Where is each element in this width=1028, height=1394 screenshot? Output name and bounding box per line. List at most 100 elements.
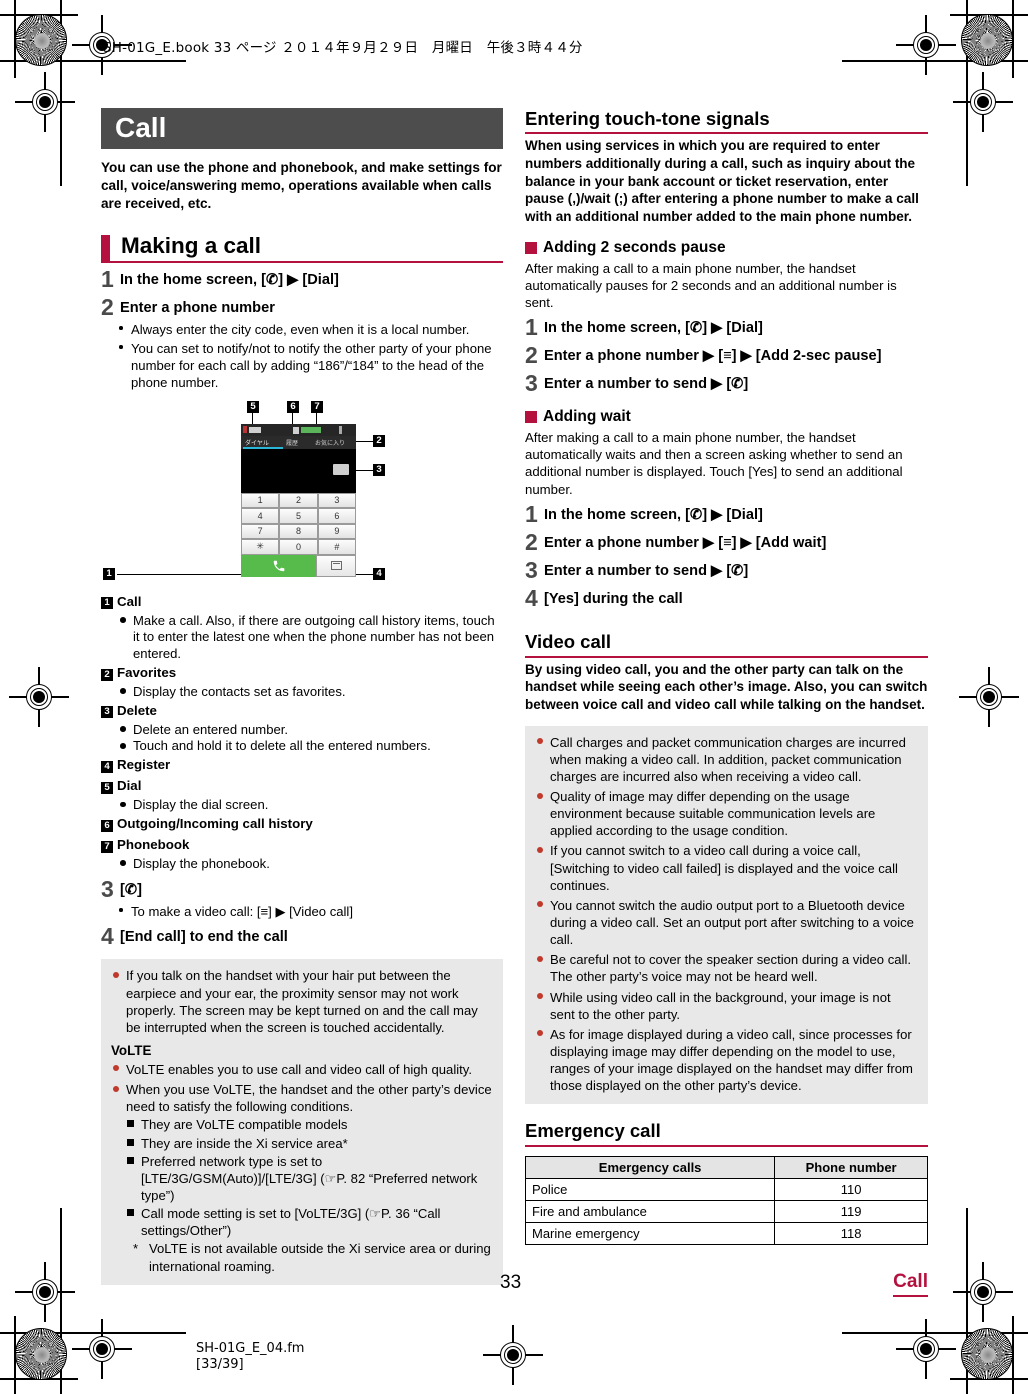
- callout-5: 5: [247, 400, 259, 413]
- fm-page-range: [33/39]: [196, 1357, 244, 1373]
- chapter-intro: You can use the phone and phonebook, and…: [101, 160, 502, 211]
- bullet-square-icon: [127, 1209, 134, 1217]
- cell-service-name: Police: [524, 1177, 776, 1201]
- page-body: Call You can use the phone and phonebook…: [0, 0, 1028, 1394]
- footnote-marker: *: [133, 1241, 139, 1257]
- subheading-adding-wait: Adding wait: [525, 408, 928, 426]
- step-text: [End call] to end the call: [120, 928, 288, 945]
- tab-history[interactable]: 履歴: [286, 438, 298, 447]
- step-text: [Yes] during the call: [544, 590, 683, 607]
- note-item: If you cannot switch to a video call dur…: [535, 842, 918, 893]
- key-8[interactable]: 8: [279, 523, 318, 540]
- heading-rule: [525, 1144, 928, 1147]
- note-item: While using video call in the background…: [535, 989, 918, 1023]
- note-box-call: If you talk on the handset with your hai…: [101, 959, 503, 1285]
- callout-7: 7: [311, 400, 323, 413]
- figure-legend: 1 Call Make a call. Also, if there are o…: [101, 594, 503, 873]
- video-call-intro: By using video call, you and the other p…: [525, 661, 928, 712]
- step-1: 1 In the home screen, [✆] ▶ [Dial]: [101, 268, 503, 291]
- cell-service-name: Fire and ambulance: [524, 1199, 776, 1223]
- legend-label: Call: [117, 593, 142, 609]
- step-number: 4: [525, 584, 538, 611]
- key-5[interactable]: 5: [279, 508, 318, 524]
- key-3[interactable]: 3: [317, 492, 356, 509]
- legend-number-badge: 7: [101, 840, 113, 853]
- step-text: In the home screen, [✆] ▶ [Dial]: [544, 507, 763, 524]
- legend-item-4: 4 Register: [101, 757, 503, 776]
- step-2-sub-2: You can set to notify/not to notify the …: [101, 340, 503, 391]
- callout-leader: [117, 573, 243, 575]
- bullet-square-icon: [127, 1120, 134, 1128]
- fm-filename: SH-01G_E_04.fm: [196, 1341, 305, 1356]
- legend-sub: Make a call. Also, if there are outgoing…: [101, 613, 503, 663]
- step-text: Enter a phone number ▶ [≡] ▶ [Add 2-sec …: [544, 348, 882, 365]
- pause-step-1: 1 In the home screen, [✆] ▶ [Dial]: [525, 314, 928, 341]
- phone-handset-icon: [273, 560, 284, 571]
- legend-sub: Display the contacts set as favorites.: [101, 684, 503, 701]
- step-number: 3: [525, 556, 538, 583]
- bullet-red-icon: [537, 1030, 543, 1037]
- register-button[interactable]: [316, 554, 356, 577]
- section-heading-emergency-call: Emergency call: [525, 1120, 928, 1147]
- step-3: 3 [✆]: [101, 877, 503, 901]
- running-head: Call: [893, 1271, 928, 1297]
- dialer-figure: 5 6 7 2 3 4 1 ダイヤル 履歴 お気に入り 1 2 3 4 5 6 …: [101, 400, 503, 586]
- bullet-square-icon: [127, 1156, 134, 1164]
- key-9[interactable]: 9: [317, 523, 356, 540]
- legend-number-badge: 2: [101, 668, 113, 681]
- key-star[interactable]: ✳: [241, 539, 280, 555]
- key-1[interactable]: 1: [241, 492, 280, 509]
- key-hash[interactable]: #: [317, 539, 356, 555]
- left-column: Call You can use the phone and phonebook…: [101, 108, 503, 1285]
- step-text: In the home screen, [✆] ▶ [Dial]: [120, 271, 339, 288]
- heading-rule: [525, 132, 928, 135]
- legend-label: Register: [117, 757, 171, 773]
- callout-6: 6: [287, 400, 299, 413]
- legend-label: Dial: [117, 778, 142, 794]
- step-number: 1: [525, 314, 538, 341]
- table-row: Police 110: [524, 1177, 928, 1201]
- chapter-banner: Call: [101, 108, 503, 150]
- bullet-square-icon: [127, 1138, 134, 1146]
- bullet-red-icon: [537, 955, 543, 962]
- substep-text: You can set to notify/not to notify the …: [131, 340, 492, 390]
- square-marker-icon: [525, 410, 537, 423]
- key-6[interactable]: 6: [317, 508, 356, 524]
- table-row: Fire and ambulance 119: [524, 1199, 928, 1223]
- wait-step-2: 2 Enter a phone number ▶ [≡] ▶ [Add wait…: [525, 528, 928, 555]
- key-0[interactable]: 0: [279, 539, 318, 555]
- call-button[interactable]: [241, 554, 317, 577]
- key-2[interactable]: 2: [279, 492, 318, 509]
- tab-favorites[interactable]: お気に入り: [315, 438, 345, 447]
- step-number: 2: [525, 528, 538, 555]
- legend-sub: Display the dial screen.: [101, 797, 503, 814]
- note-item: VoLTE enables you to use call and video …: [111, 1061, 493, 1078]
- delete-button[interactable]: [333, 463, 349, 475]
- step-number: 2: [525, 342, 538, 369]
- pause-intro: After making a call to a main phone numb…: [525, 260, 897, 311]
- note-footnote: * VoLTE is not available outside the Xi s…: [133, 1241, 491, 1274]
- dialer-tab-bar[interactable]: ダイヤル 履歴 お気に入り: [241, 435, 356, 449]
- heading-rule: [101, 260, 503, 263]
- step-3-sub: To make a video call: [≡] ▶ [Video call]: [101, 903, 503, 920]
- key-4[interactable]: 4: [241, 508, 280, 524]
- step-number: 1: [525, 501, 538, 528]
- number-display: [241, 448, 356, 493]
- section-heading-touch-tone: Entering touch-tone signals: [525, 108, 928, 135]
- table-header-row: Emergency calls Phone number: [524, 1155, 928, 1179]
- cell-phone-number: 110: [774, 1177, 928, 1201]
- step-text: Enter a phone number ▶ [≡] ▶ [Add wait]: [544, 534, 827, 551]
- step-text: Enter a number to send ▶ [✆]: [544, 376, 749, 393]
- bullet-red-icon: [537, 738, 543, 745]
- bullet-dot-icon: [119, 326, 123, 330]
- legend-label: Delete: [117, 702, 157, 718]
- bullet-dot-icon: [120, 688, 126, 695]
- section-heading-video-call: Video call: [525, 631, 928, 658]
- bullet-red-icon: [537, 792, 543, 799]
- wait-intro: After making a call to a main phone numb…: [525, 429, 903, 497]
- note-box-video-call: Call charges and packet communication ch…: [525, 725, 928, 1105]
- keypad[interactable]: 1 2 3 4 5 6 7 8 9 ✳ 0 #: [241, 492, 356, 555]
- section-heading-making-a-call: Making a call: [101, 233, 503, 263]
- tab-dial[interactable]: ダイヤル: [245, 438, 269, 447]
- key-7[interactable]: 7: [241, 523, 280, 540]
